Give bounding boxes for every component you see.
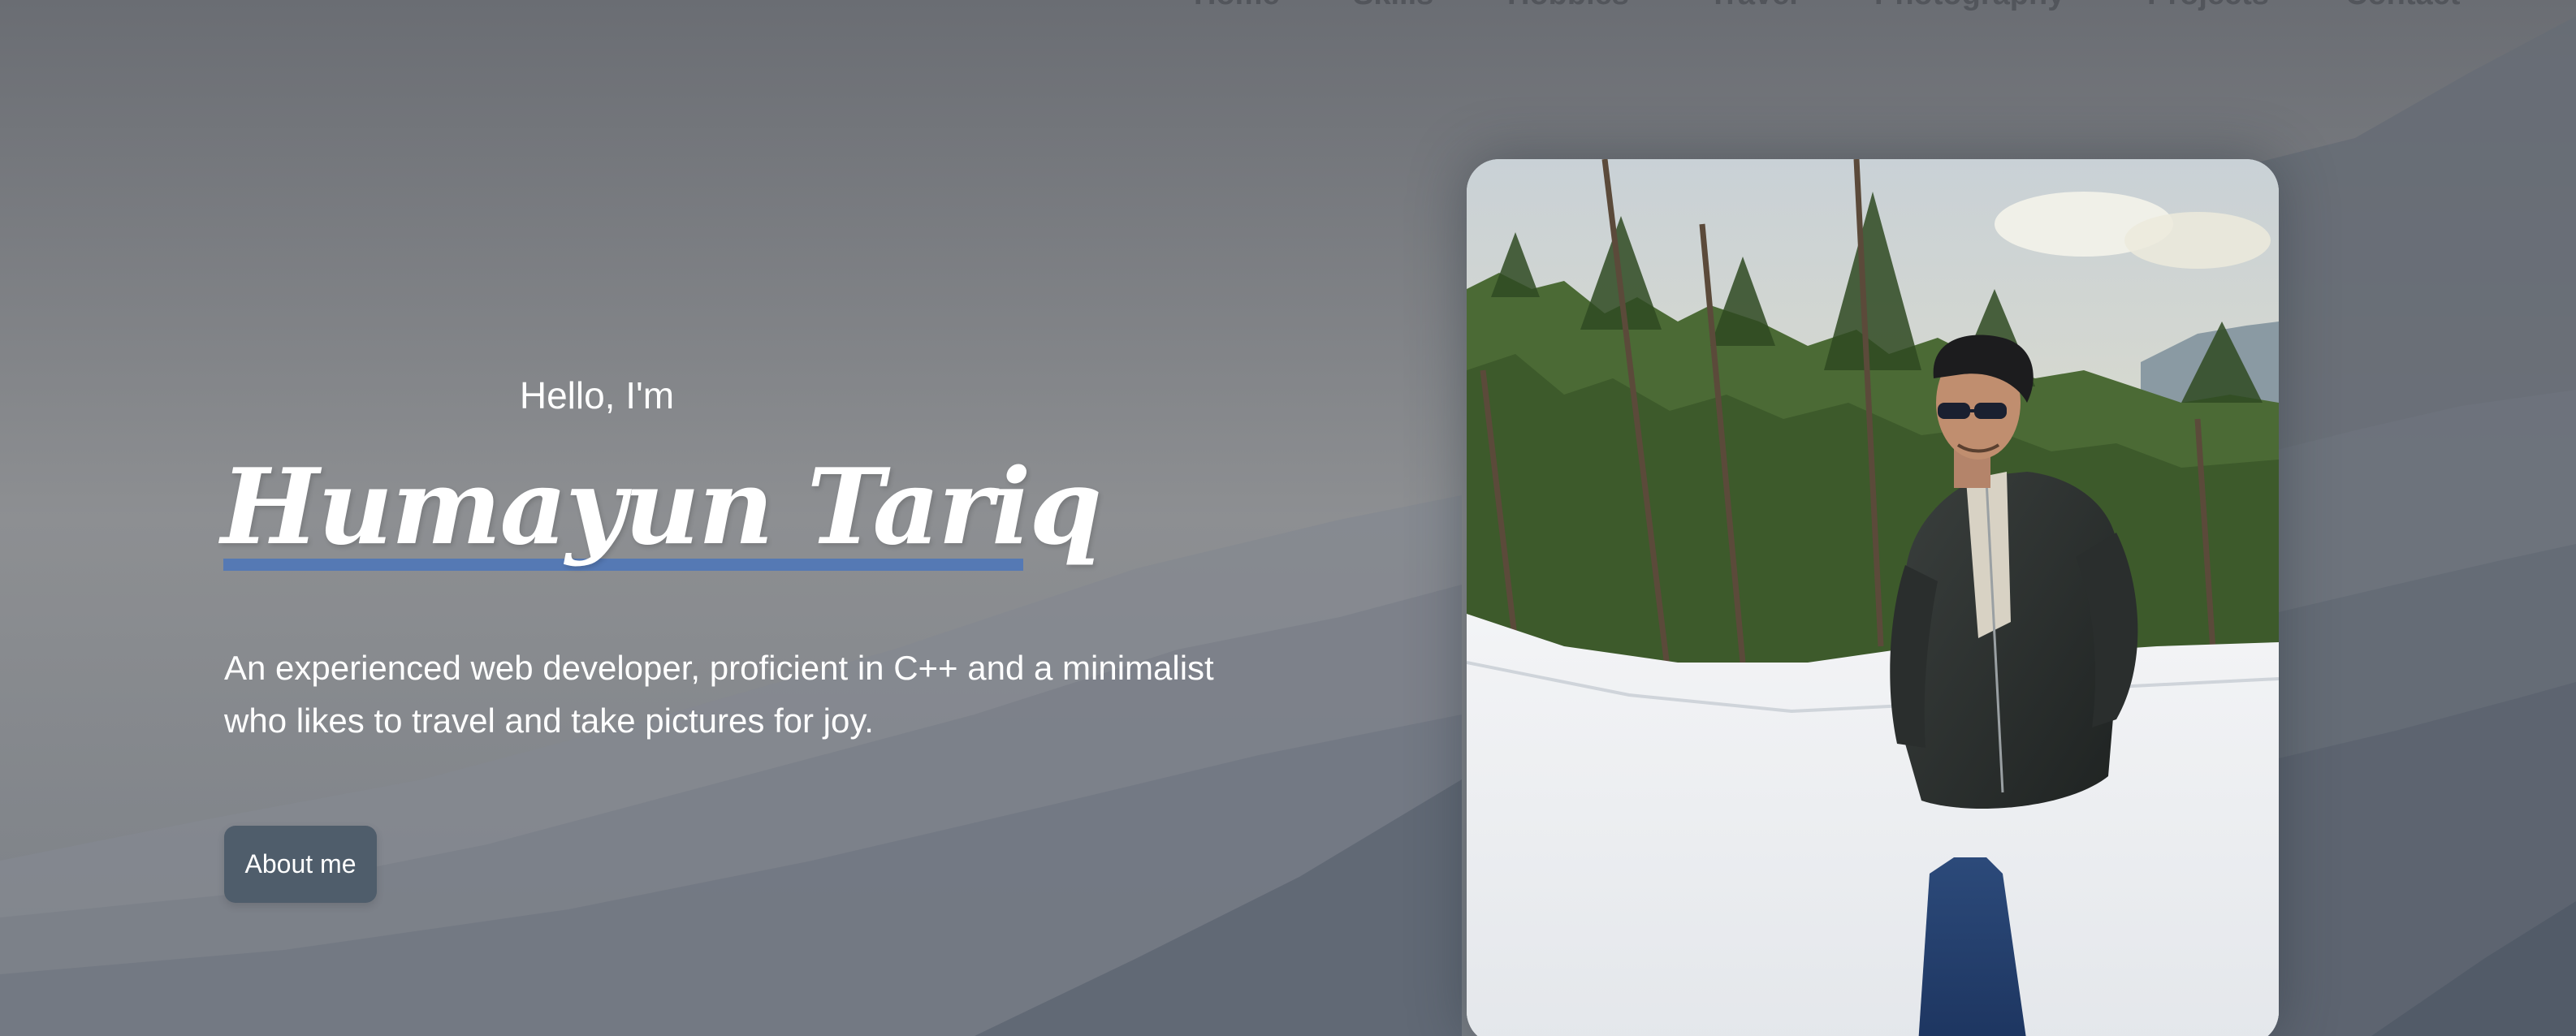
- nav-link-contact[interactable]: Contact: [2345, 0, 2460, 12]
- top-navbar: Home Skills Hobbies Travel Photography P…: [0, 0, 2576, 24]
- hero-tagline: An experienced web developer, proficient…: [224, 649, 1214, 740]
- about-me-button[interactable]: About me: [224, 826, 377, 903]
- nav-link-hobbies[interactable]: Hobbies: [1507, 0, 1629, 12]
- profile-photo: [1467, 159, 2279, 1036]
- hero-section: Home Skills Hobbies Travel Photography P…: [0, 0, 2576, 1036]
- nav-link-photography[interactable]: Photography: [1874, 0, 2064, 12]
- hero-name: Humayun Tariq: [221, 447, 1102, 568]
- nav-link-travel[interactable]: Travel: [1709, 0, 1798, 12]
- nav-link-home[interactable]: Home: [1194, 0, 1280, 12]
- nav-link-skills[interactable]: Skills: [1353, 0, 1433, 12]
- hero-greeting: Hello, I'm: [519, 374, 675, 417]
- profile-photo-illustration: [1467, 159, 2279, 1036]
- nav-link-projects[interactable]: Projects: [2147, 0, 2269, 12]
